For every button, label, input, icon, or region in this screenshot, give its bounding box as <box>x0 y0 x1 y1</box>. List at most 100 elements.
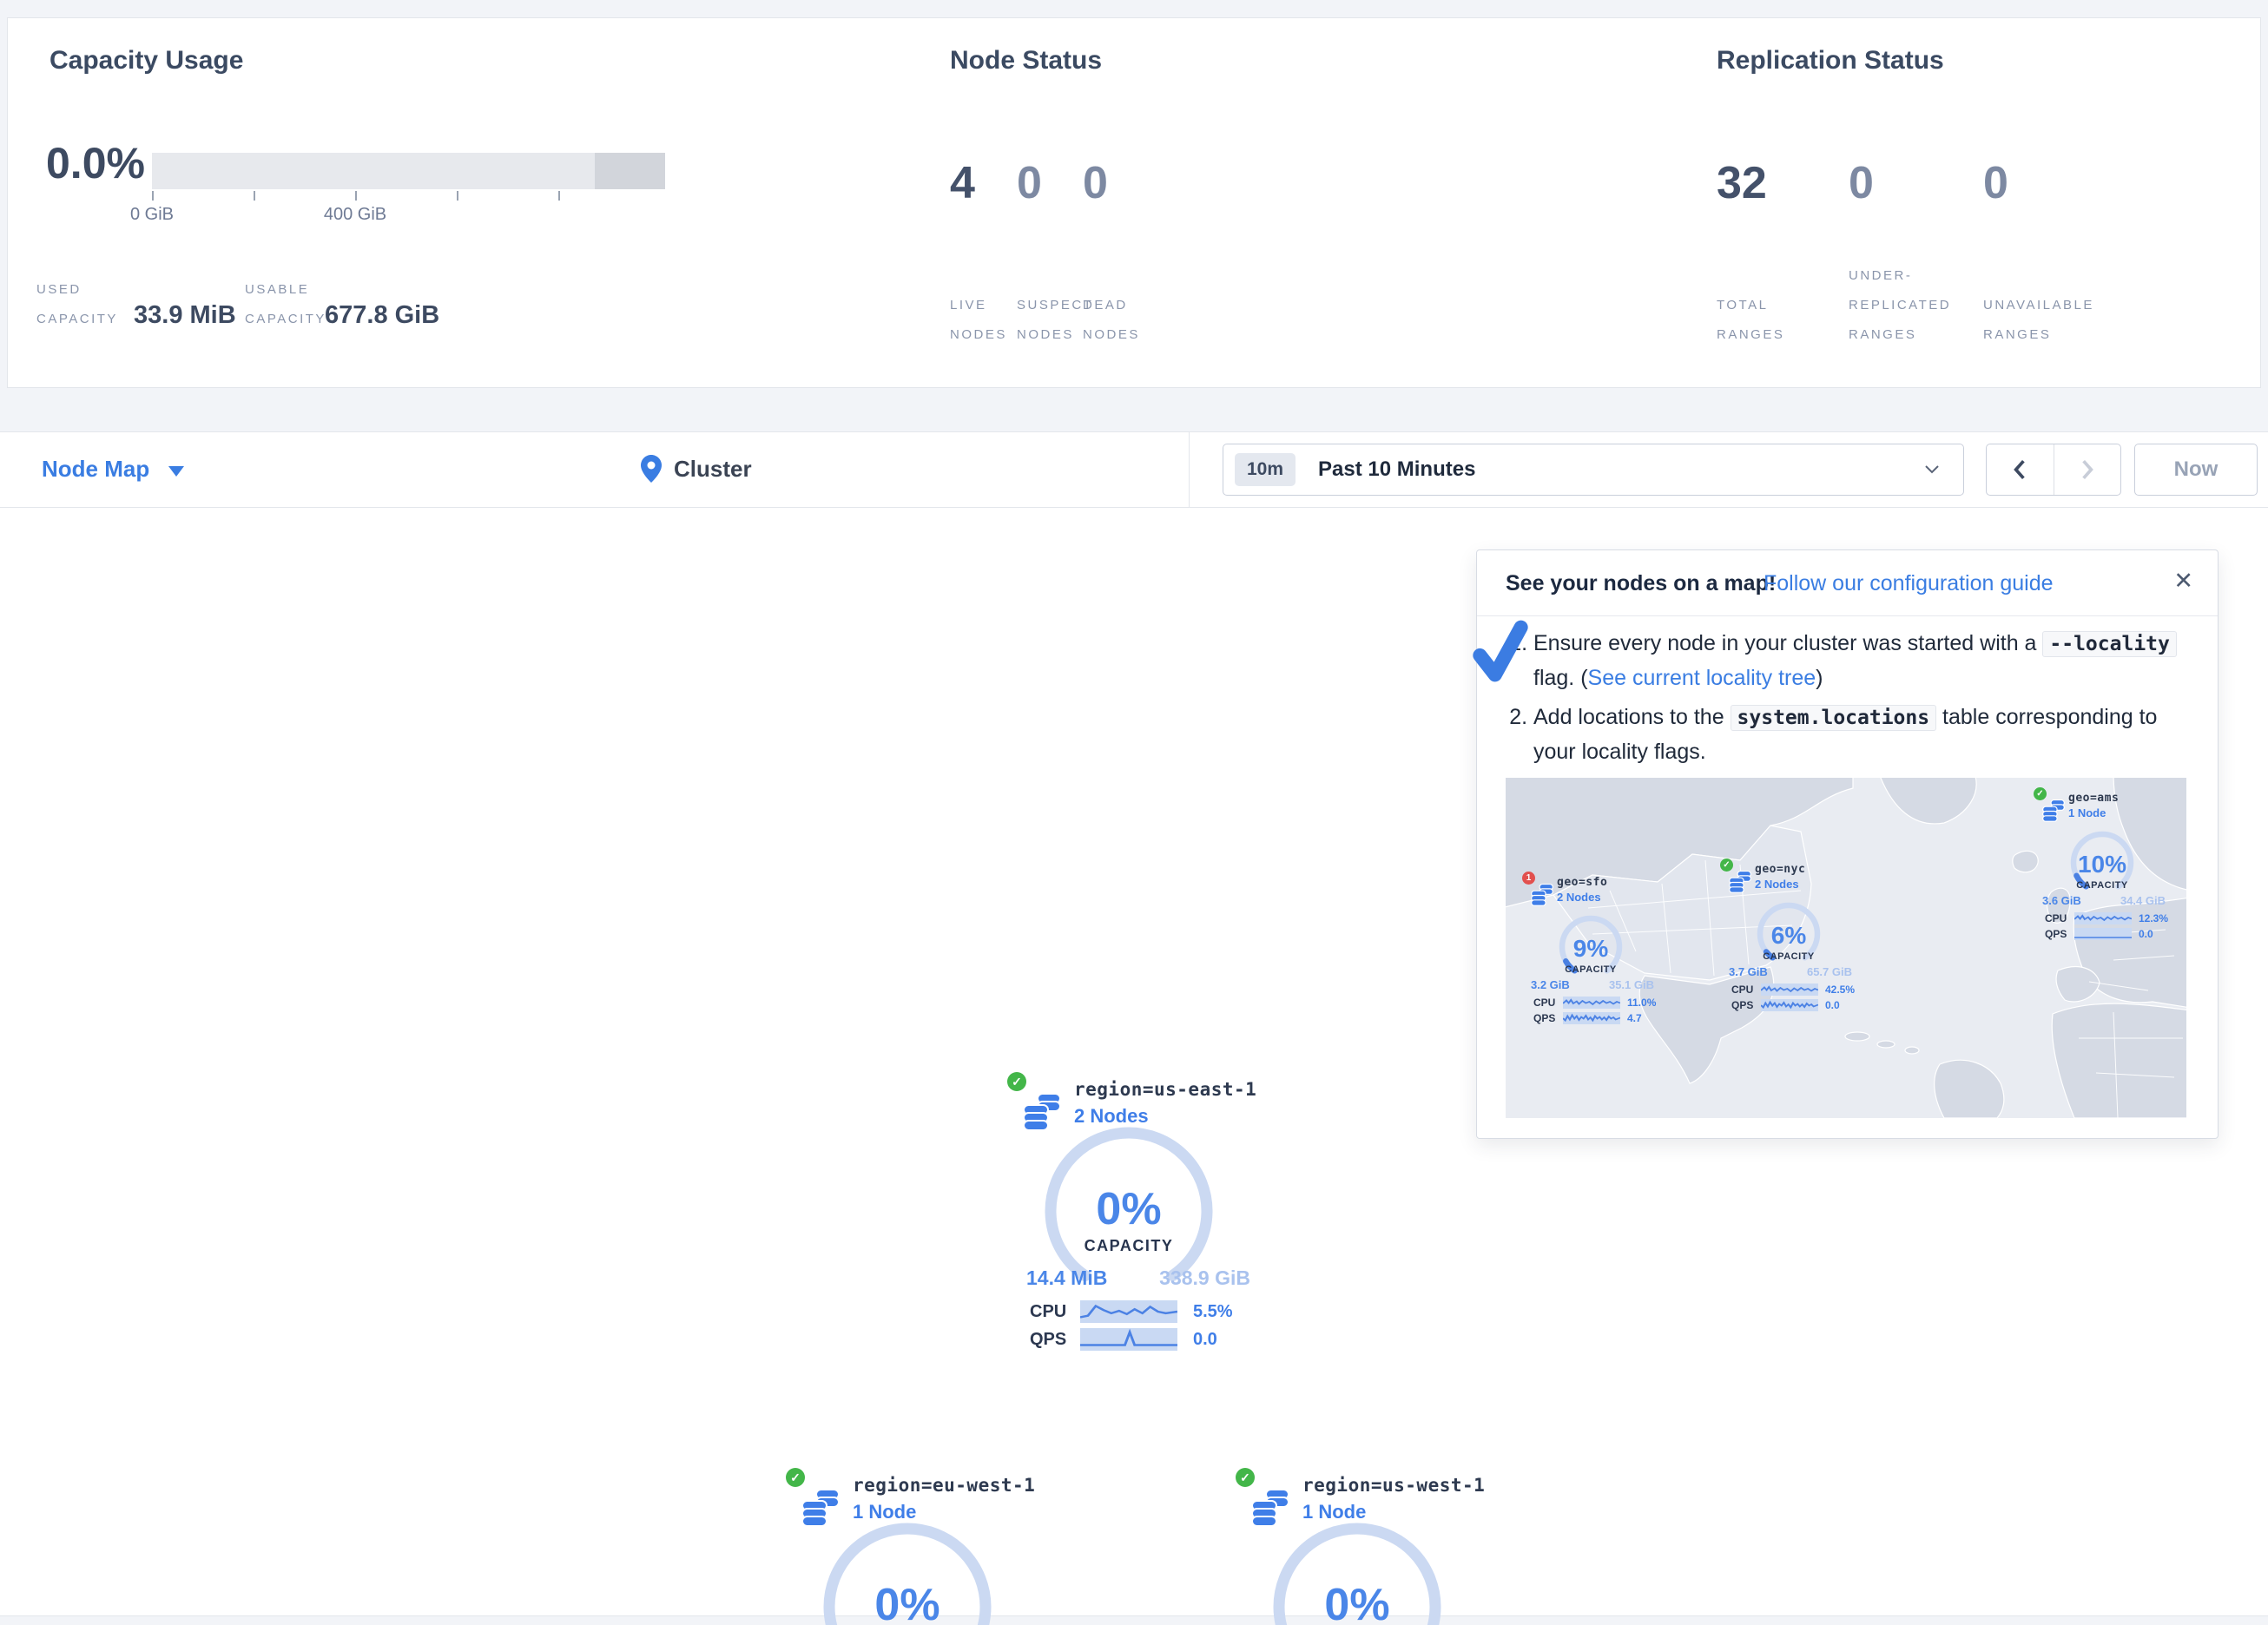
cpu-sparkline <box>2074 912 2132 924</box>
node-region-gauge[interactable]: ✓region=eu-west-11 Node0%CAPACITY9.9 MiB… <box>770 1463 1048 1625</box>
cpu-metric-row: CPU5.5% <box>1030 1299 1247 1324</box>
blue-check-icon <box>1472 620 1529 682</box>
capacity-label: CAPACITY <box>1042 1237 1216 1255</box>
stat-value: 32 <box>1717 157 1767 209</box>
view-selector-dropdown[interactable]: Node Map <box>42 456 184 483</box>
step1-text: flag. ( <box>1533 666 1588 690</box>
capacity-axis-tick-label: 400 GiB <box>324 205 386 225</box>
chevron-right-icon <box>2080 459 2094 480</box>
qps-metric-row: QPS4.7 <box>1533 1011 1664 1024</box>
step1-text: Ensure every node in your cluster was st… <box>1533 631 2042 655</box>
map-pin-icon <box>641 455 662 483</box>
cpu-metric-row: CPU 12.3% <box>2045 911 2175 924</box>
replication-items: 32TOTAL RANGES0UNDER- REPLICATED RANGES0… <box>1717 63 2168 350</box>
node-region-gauge[interactable]: ✓region=us-east-12 Nodes0%CAPACITY14.4 M… <box>992 1067 1269 1358</box>
capacity-percent: 9% <box>1558 935 1624 963</box>
qps-value: 4.7 <box>1627 1012 1642 1024</box>
capacity-axis-tick <box>152 191 154 201</box>
time-prev-button[interactable] <box>1987 444 2054 495</box>
locality-label: region=us-east-1 <box>1074 1079 1256 1100</box>
capacity-percent: 0% <box>1270 1579 1444 1625</box>
node-count: 2 Nodes <box>1755 878 1799 891</box>
breadcrumb-label: Cluster <box>674 456 752 483</box>
toolbar-divider <box>1189 432 1190 507</box>
node-region-gauge[interactable]: ✓ geo=nyc 2 Nodes 6%CAPACITY 3.7 GiB65.7 GiB… <box>1718 856 1857 1014</box>
configuration-guide-link[interactable]: Follow our configuration guide <box>1764 571 2054 596</box>
locality-label: geo=nyc <box>1755 863 1805 876</box>
node-region-gauge[interactable]: 1geo=sfo2 Nodes9%CAPACITY3.2 GiB35.1 GiB… <box>1520 869 1659 1027</box>
cpu-value: 12.3% <box>2139 912 2168 924</box>
cpu-sparkline <box>1563 997 1620 1009</box>
cpu-metric-row: CPU11.0% <box>1533 996 1664 1009</box>
capacity-axis-tick <box>558 191 560 201</box>
popup-step-1: Ensure every node in your cluster was st… <box>1533 627 2192 695</box>
qps-sparkline <box>1080 1328 1177 1351</box>
stat-value: 0 <box>1983 157 2008 209</box>
node-region-gauge[interactable]: ✓geo=ams1 Node10%CAPACITY3.6 GiB34.4 GiB… <box>2032 785 2171 943</box>
popup-step-2: Add locations to the system.locations ta… <box>1533 701 2192 769</box>
chevron-down-icon <box>1925 465 1939 474</box>
capacity-used-value: 3.7 GiB <box>1729 965 1768 978</box>
stat-value: 0 <box>1017 157 1042 209</box>
locality-flag-code: --locality <box>2042 631 2176 657</box>
stat-value: 0 <box>1849 157 1874 209</box>
time-next-button[interactable] <box>2054 444 2121 495</box>
qps-value: 0.0 <box>1193 1330 1217 1350</box>
capacity-values: 14.4 MiB 338.9 GiB <box>1026 1266 1250 1290</box>
capacity-axis-tick <box>355 191 357 201</box>
status-ok-icon: ✓ <box>1236 1468 1255 1487</box>
popup-header: See your nodes on a map! Follow our conf… <box>1477 550 2218 616</box>
capacity-percent: 0% <box>821 1579 994 1625</box>
summary-card: Capacity Usage 0.0% 0 GiB400 GiB USED CA… <box>7 17 2261 388</box>
qps-metric-row: QPS0.0 <box>1731 998 1862 1011</box>
status-warning-badge: 1 <box>1522 872 1535 885</box>
node-status-items: 4LIVE NODES0SUSPECT NODES0DEAD NODES <box>950 63 1401 350</box>
nodes-db-icon <box>1531 884 1553 907</box>
status-ok-icon: ✓ <box>786 1468 805 1487</box>
capacity-axis-tick-label: 0 GiB <box>130 205 174 225</box>
view-selector-label: Node Map <box>42 456 149 483</box>
capacity-label: CAPACITY <box>1549 964 1632 975</box>
cpu-sparkline <box>1761 984 1818 996</box>
capacity-total-value: 338.9 GiB <box>1159 1266 1250 1290</box>
status-ok-icon: ✓ <box>2034 787 2047 800</box>
capacity-label: CAPACITY <box>2060 880 2144 891</box>
cpu-label: CPU <box>1731 984 1761 996</box>
locality-label: region=eu-west-1 <box>853 1475 1035 1496</box>
chevron-left-icon <box>2013 459 2027 480</box>
stat-label: TOTAL RANGES <box>1717 291 1784 350</box>
capacity-bar-reserved-segment <box>595 153 665 189</box>
close-icon[interactable]: ✕ <box>2173 569 2193 593</box>
node-region-gauge[interactable]: ✓region=us-west-11 Node0%CAPACITY9.6 MiB… <box>1220 1463 1498 1625</box>
capacity-used-value: 14.4 MiB <box>1026 1266 1107 1290</box>
capacity-values: 3.6 GiB34.4 GiB <box>2042 894 2166 907</box>
capacity-axis-tick <box>457 191 458 201</box>
now-button[interactable]: Now <box>2134 444 2258 496</box>
stat-label: DEAD NODES <box>1083 291 1140 350</box>
node-count: 2 Nodes <box>1557 891 1601 904</box>
cpu-value: 11.0% <box>1627 997 1656 1009</box>
qps-sparkline <box>1563 1012 1620 1024</box>
cluster-overview-page: Capacity Usage 0.0% 0 GiB400 GiB USED CA… <box>0 0 2268 1625</box>
stat-label: LIVE NODES <box>950 291 1007 350</box>
capacity-label: CAPACITY <box>1747 951 1830 962</box>
status-ok-icon: ✓ <box>1720 859 1733 872</box>
time-nav <box>1986 444 2121 496</box>
capacity-percent: 6% <box>1756 922 1822 950</box>
time-range-select[interactable]: 10m Past 10 Minutes <box>1223 444 1964 496</box>
qps-label: QPS <box>2045 928 2074 940</box>
example-map-preview: 1geo=sfo2 Nodes9%CAPACITY3.2 GiB35.1 GiB… <box>1506 778 2186 1118</box>
cpu-label: CPU <box>2045 912 2074 924</box>
capacity-values: 3.7 GiB65.7 GiB <box>1729 965 1852 978</box>
stat-label: UNAVAILABLE RANGES <box>1983 291 2094 350</box>
qps-value: 0.0 <box>2139 928 2153 940</box>
locality-label: region=us-west-1 <box>1302 1475 1485 1496</box>
qps-metric-row: QPS 0.0 <box>2045 927 2175 940</box>
capacity-values: 3.2 GiB35.1 GiB <box>1531 978 1654 991</box>
nodes-db-icon <box>2042 799 2065 823</box>
breadcrumb[interactable]: Cluster <box>641 455 752 483</box>
locality-tree-link[interactable]: See current locality tree <box>1588 666 1816 690</box>
node-count: 1 Node <box>2068 806 2106 819</box>
capacity-axis: 0 GiB400 GiB <box>152 191 665 243</box>
nodes-on-map-popup: See your nodes on a map! Follow our conf… <box>1476 549 2219 1139</box>
